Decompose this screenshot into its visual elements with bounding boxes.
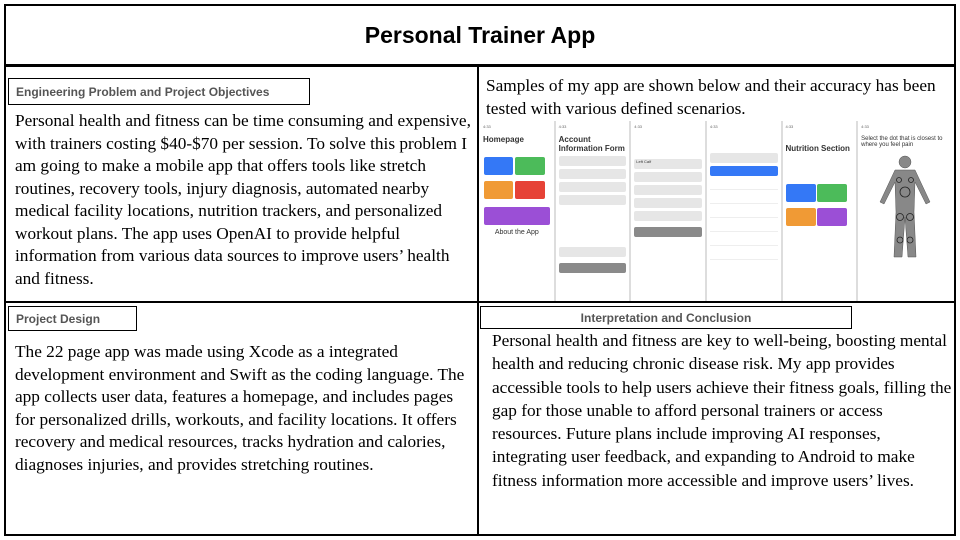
tile-red (514, 181, 545, 199)
samples-text: Samples of my app are shown below and th… (486, 76, 936, 118)
about-heading: About the App (494, 229, 539, 236)
screenshot-pain-map: 4:33 Select the dot that is closest to w… (858, 121, 953, 301)
tile-orange (483, 181, 514, 199)
divider-horizontal (4, 301, 956, 303)
design-text: The 22 page app was made using Xcode as … (15, 342, 465, 474)
problem-text: Personal health and fitness can be time … (15, 111, 471, 288)
screenshot-nutrition: 4:33 Nutrition Section (782, 121, 857, 301)
tile-green (514, 157, 545, 175)
nutrition-title: Nutrition Section (785, 144, 850, 153)
conclusion-label: Interpretation and Conclusion (480, 306, 852, 329)
body-figure-icon (879, 155, 931, 258)
conclusion-text: Personal health and fitness are key to w… (492, 331, 952, 490)
app-screenshots: 4:33 Homepage About the App 4:33 Account… (480, 121, 953, 301)
problem-label: Engineering Problem and Project Objectiv… (8, 78, 310, 105)
account-form-title: Account Information Form (558, 135, 625, 153)
screenshot-facilities: 4:33 (706, 121, 781, 301)
screenshot-homepage: 4:33 Homepage About the App (480, 121, 554, 301)
screenshot-injury-form: 4:33 Left Calf (631, 121, 705, 301)
page-title: Personal Trainer App (4, 4, 956, 67)
homepage-title: Homepage (483, 135, 524, 144)
injury-field: Left Calf (634, 159, 702, 169)
screenshot-account-form: 4:33 Account Information Form (555, 121, 630, 301)
tile-blue (483, 157, 514, 175)
pain-prompt: Select the dot that is closest to where … (861, 136, 943, 148)
tile-purple (483, 207, 550, 225)
design-label: Project Design (8, 306, 137, 331)
